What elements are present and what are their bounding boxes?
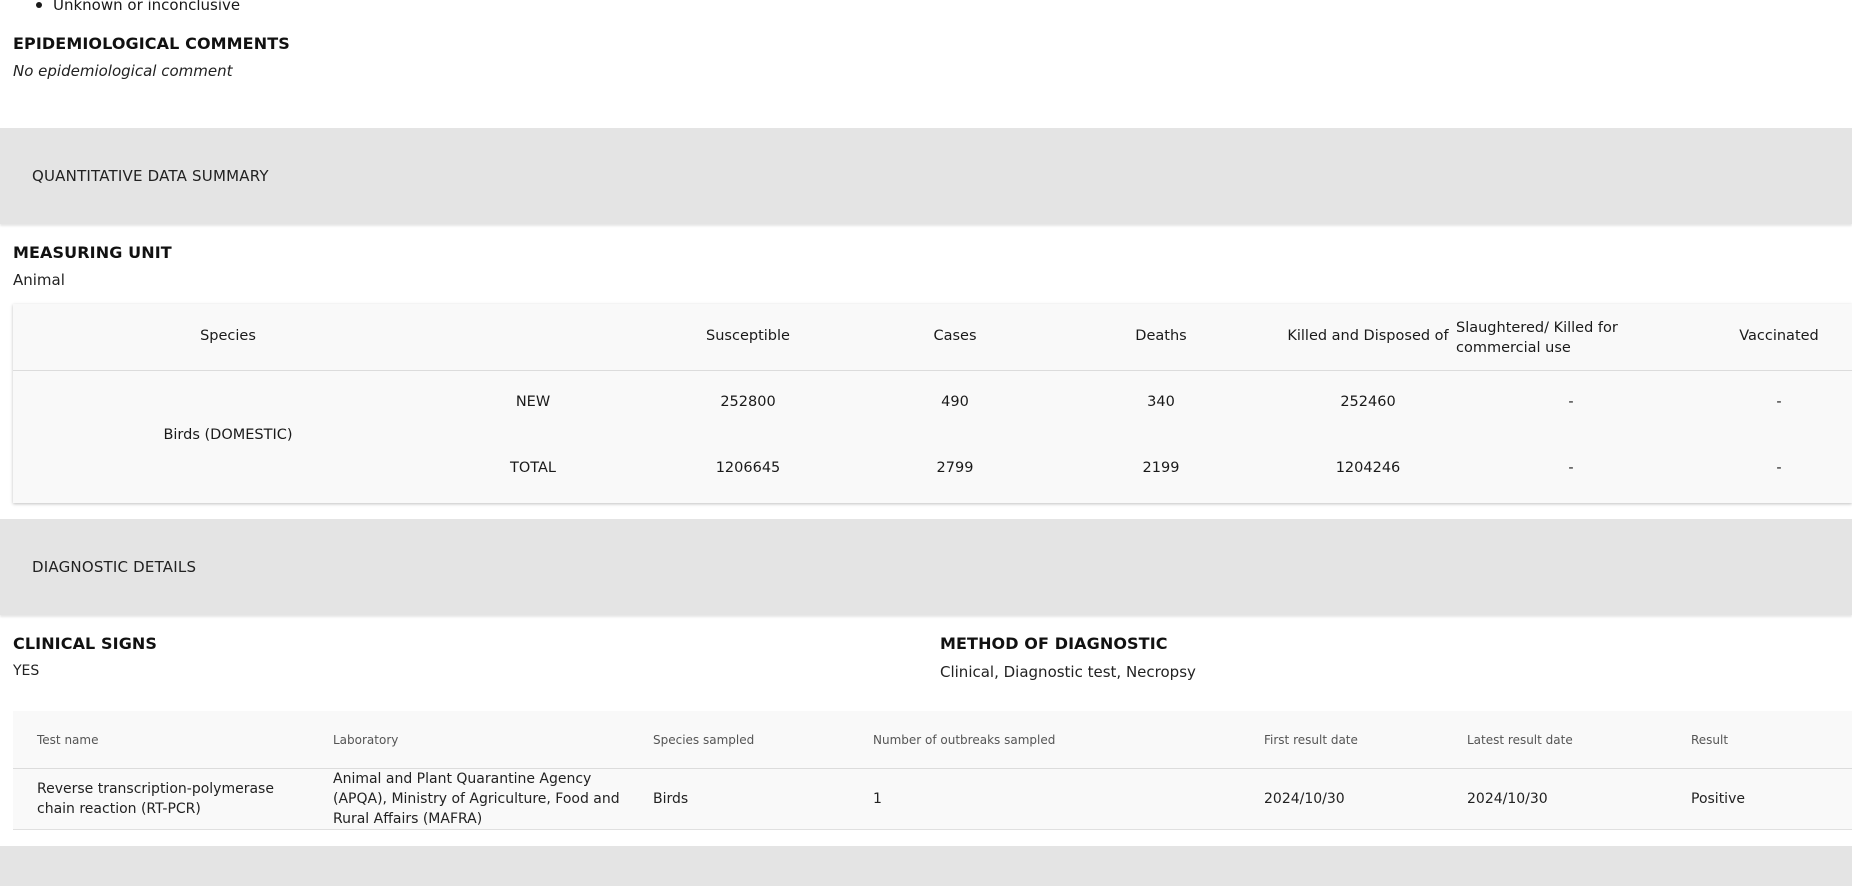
cell-new-slaughtered: - bbox=[1568, 394, 1574, 410]
row-label-new: NEW bbox=[515, 394, 551, 410]
column-header-susceptible: Susceptible bbox=[706, 328, 790, 344]
measuring-unit-value: Animal bbox=[13, 271, 65, 289]
table-header-divider bbox=[13, 370, 1852, 371]
list-item: Unknown or inconclusive bbox=[36, 0, 240, 14]
cell-total-slaughtered: - bbox=[1568, 460, 1574, 476]
cell-total-cases: 2799 bbox=[936, 460, 974, 476]
column-header-latest-result-date: Latest result date bbox=[1467, 733, 1573, 747]
column-header-species-sampled: Species sampled bbox=[653, 733, 755, 747]
column-header-test-name: Test name bbox=[37, 733, 99, 747]
cell-new-deaths: 340 bbox=[1147, 394, 1175, 410]
diagnostic-test-table: Test name Laboratory Species sampled Num… bbox=[13, 711, 1852, 830]
column-header-deaths: Deaths bbox=[1135, 328, 1187, 344]
cell-total-vaccinated: - bbox=[1776, 460, 1782, 476]
column-header-vaccinated: Vaccinated bbox=[1739, 328, 1819, 344]
cell-new-vaccinated: - bbox=[1776, 394, 1782, 410]
diagnostic-details-title: DIAGNOSTIC DETAILS bbox=[32, 558, 197, 576]
cell-new-susceptible: 252800 bbox=[720, 394, 776, 410]
cell-total-killed: 1204246 bbox=[1335, 460, 1401, 476]
next-section-band bbox=[0, 846, 1852, 886]
cell-total-susceptible: 1206645 bbox=[715, 460, 781, 476]
table-bottom-divider bbox=[13, 829, 1852, 830]
table-header-divider bbox=[13, 768, 1852, 769]
column-header-first-result-date: First result date bbox=[1264, 733, 1358, 747]
method-of-diagnostic-heading: METHOD OF DIAGNOSTIC bbox=[940, 634, 1168, 653]
row-label-total: TOTAL bbox=[510, 460, 556, 476]
diagnostic-details-band bbox=[0, 519, 1852, 615]
bullet-icon bbox=[36, 2, 42, 8]
quantitative-data-summary-title: QUANTITATIVE DATA SUMMARY bbox=[32, 167, 269, 185]
cell-laboratory: Animal and Plant Quarantine Agency (APQA… bbox=[333, 771, 620, 827]
column-header-cases: Cases bbox=[933, 328, 977, 344]
clinical-signs-heading: CLINICAL SIGNS bbox=[13, 634, 158, 653]
cell-new-cases: 490 bbox=[941, 394, 969, 410]
clinical-signs-value: YES bbox=[13, 663, 40, 679]
column-header-killed: Killed and Disposed of bbox=[1287, 328, 1449, 344]
list-item-label: Unknown or inconclusive bbox=[53, 0, 241, 14]
column-header-slaughtered: Slaughtered/ Killed for commercial use bbox=[1456, 320, 1618, 356]
cell-first-result-date: 2024/10/30 bbox=[1264, 791, 1345, 807]
cell-result: Positive bbox=[1691, 791, 1745, 807]
epidemiological-comments-heading: EPIDEMIOLOGICAL COMMENTS bbox=[13, 34, 290, 53]
column-header-species: Species bbox=[200, 328, 256, 344]
epidemiological-comments-value: No epidemiological comment bbox=[13, 62, 233, 80]
cell-new-killed: 252460 bbox=[1340, 394, 1396, 410]
cell-total-deaths: 2199 bbox=[1142, 460, 1180, 476]
quantitative-data-table: Species Susceptible Cases Deaths Killed … bbox=[13, 304, 1852, 503]
column-header-laboratory: Laboratory bbox=[333, 733, 399, 747]
species-cell: Birds (DOMESTIC) bbox=[163, 427, 293, 443]
quantitative-data-summary-band bbox=[0, 128, 1852, 224]
column-header-result: Result bbox=[1691, 733, 1729, 747]
cell-species-sampled: Birds bbox=[653, 791, 689, 807]
column-header-outbreaks-sampled: Number of outbreaks sampled bbox=[873, 733, 1056, 747]
measuring-unit-heading: MEASURING UNIT bbox=[13, 243, 172, 262]
cell-test-name: Reverse transcription-polymerase chain r… bbox=[37, 781, 274, 817]
cell-latest-result-date: 2024/10/30 bbox=[1467, 791, 1548, 807]
method-of-diagnostic-value: Clinical, Diagnostic test, Necropsy bbox=[940, 663, 1196, 681]
cell-outbreaks-sampled: 1 bbox=[873, 791, 882, 807]
